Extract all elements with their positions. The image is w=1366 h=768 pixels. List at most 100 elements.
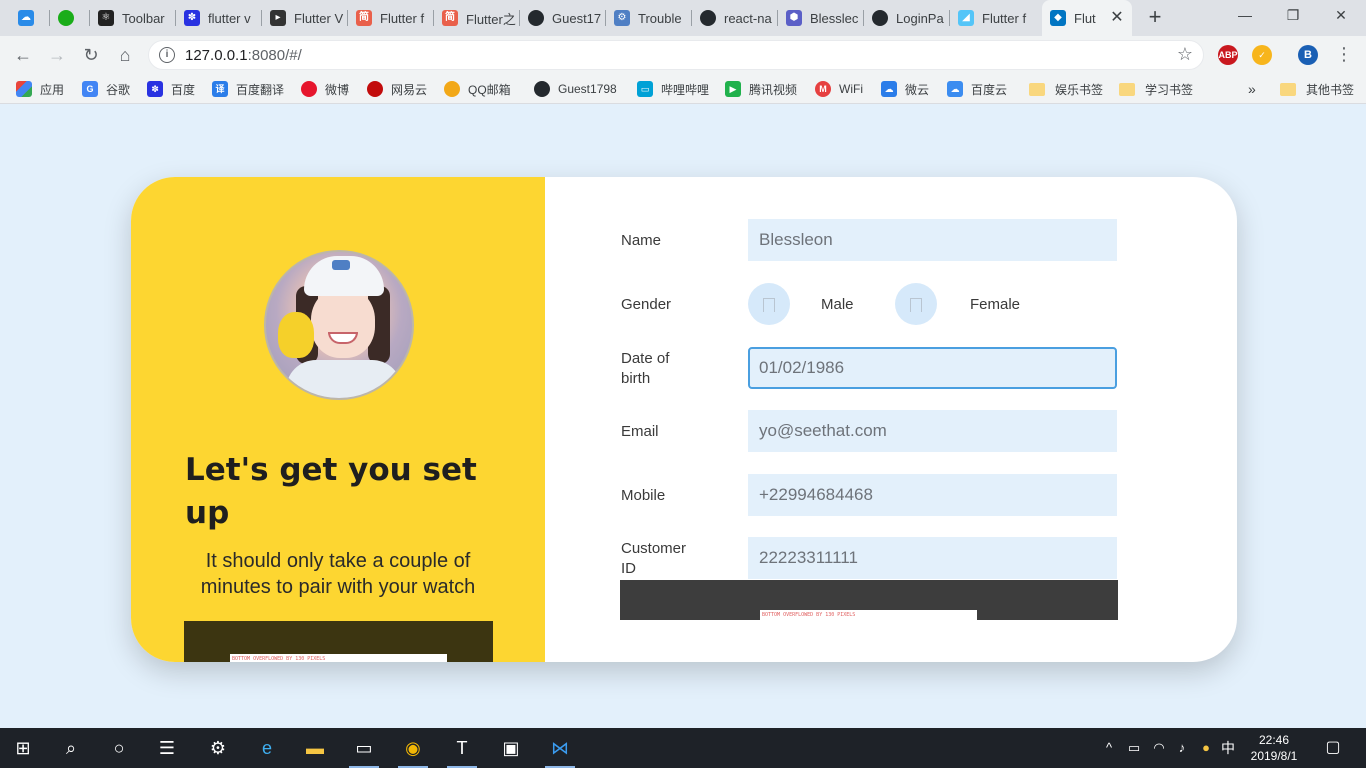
home-icon[interactable]: ⌂ [111, 41, 139, 69]
tab-guest17[interactable]: Guest17 [520, 0, 606, 36]
dob-field[interactable]: 01/02/1986 [748, 347, 1117, 389]
play-box-icon: ▸ [270, 10, 286, 26]
tab-flutter-f[interactable]: 简 Flutter f [348, 0, 434, 36]
typora-icon[interactable]: T [439, 732, 485, 768]
file-explorer-icon[interactable]: ▬ [292, 732, 338, 764]
tab-flutter-flutter[interactable]: ◢ Flutter f [950, 0, 1040, 36]
chrome-icon[interactable]: ◉ [390, 732, 436, 768]
tab-toolbar[interactable]: ⚛ Toolbar [90, 0, 176, 36]
folder-icon [1280, 82, 1296, 96]
bookmark-github[interactable]: Guest1798 [534, 80, 617, 98]
tab-active-flutter[interactable]: ◆ Flut ✕ [1042, 0, 1132, 36]
github-icon [872, 10, 888, 26]
bookmarks-bar: 应用 G 谷歌 ✽ 百度 译 百度翻译 微博 网易云 QQ邮箱 Guest179… [0, 74, 1366, 104]
folder-icon [1029, 82, 1045, 96]
edge-icon[interactable]: e [244, 732, 290, 764]
search-icon[interactable]: ⌕ [48, 732, 94, 764]
tab-flutter-zhi[interactable]: 简 Flutter之 [434, 0, 520, 36]
baidu-paw-icon: ✽ [147, 81, 163, 97]
terminal-icon[interactable]: ▭ [341, 732, 387, 768]
tab-flutter-video[interactable]: ▸ Flutter V [262, 0, 348, 36]
adblock-icon[interactable]: ABP [1218, 45, 1238, 65]
notification-center-icon[interactable]: ▢ [1324, 738, 1342, 758]
ime-status-icon[interactable]: ● [1197, 738, 1215, 758]
system-clock[interactable]: 22:46 2019/8/1 [1244, 732, 1304, 764]
tab-loginpa[interactable]: LoginPa [864, 0, 950, 36]
wechat-icon [58, 10, 74, 26]
close-window-button[interactable]: ✕ [1318, 0, 1364, 32]
customer-id-label: Customer ID [621, 540, 687, 577]
bookmark-google[interactable]: G 谷歌 [82, 80, 130, 98]
minimize-button[interactable]: — [1222, 0, 1268, 32]
site-info-icon[interactable]: i [159, 47, 175, 63]
bookmark-wifi[interactable]: M WiFi [815, 80, 863, 98]
clock-date: 2019/8/1 [1250, 749, 1298, 763]
bookmark-bilibili[interactable]: ▭ 哔哩哔哩 [637, 80, 709, 98]
bookmark-netease[interactable]: 网易云 [367, 80, 427, 98]
bookmark-folder-study[interactable]: 学习书签 [1119, 80, 1193, 98]
tab-trouble[interactable]: ⚙ Trouble [606, 0, 692, 36]
tray-expand-icon[interactable]: ^ [1100, 738, 1118, 758]
bookmark-folder-entertainment[interactable]: 娱乐书签 [1029, 80, 1103, 98]
bookmark-tencent-video[interactable]: ▶ 腾讯视频 [725, 80, 797, 98]
bookmarks-more-button[interactable]: » [1248, 80, 1256, 98]
name-label: Name [621, 232, 662, 249]
jianshu-icon: 简 [356, 10, 372, 26]
new-tab-button[interactable]: + [1143, 6, 1167, 30]
react-gear-icon: ⚙ [614, 10, 630, 26]
radio-unchecked-icon [910, 298, 922, 312]
gender-female-radio[interactable] [895, 283, 937, 325]
bookmark-baidu-translate[interactable]: 译 百度翻译 [212, 80, 284, 98]
close-tab-icon[interactable]: ✕ [1108, 9, 1126, 27]
bookmark-weiyun[interactable]: ☁ 微云 [881, 80, 929, 98]
dart-icon: ◆ [1050, 10, 1066, 26]
address-bar[interactable]: i 127.0.0.1:8080/#/ ☆ [148, 40, 1204, 70]
customer-id-field[interactable]: 22223311111 [748, 537, 1117, 579]
mobile-field[interactable]: +22994684468 [748, 474, 1117, 516]
ime-chinese-indicator[interactable]: 中 [1219, 738, 1237, 758]
intro-panel: Let's get you set up It should only take… [131, 177, 545, 662]
github-icon [534, 81, 550, 97]
profile-photo [264, 250, 414, 400]
profile-avatar-icon[interactable]: B [1298, 45, 1318, 65]
url-text[interactable]: 127.0.0.1:8080/#/ [185, 47, 302, 64]
photos-icon[interactable]: ▣ [488, 732, 534, 764]
battery-icon[interactable]: ▭ [1125, 738, 1143, 758]
volume-icon[interactable]: ♪ [1173, 738, 1191, 758]
overflow-stripe-right: BOTTOM OVERFLOWED BY 130 PIXELS [760, 610, 977, 620]
menu-kebab-icon[interactable]: ⋮ [1335, 44, 1353, 66]
restore-button[interactable]: ❐ [1270, 0, 1316, 32]
tab-wechat[interactable] [50, 0, 90, 36]
bookmark-weibo[interactable]: 微博 [301, 80, 349, 98]
tab-blessleon[interactable]: ⬢ Blesslec [778, 0, 864, 36]
bookmark-baidu-cloud[interactable]: ☁ 百度云 [947, 80, 1007, 98]
back-arrow-icon[interactable]: ← [9, 41, 37, 69]
bookmark-folder-other[interactable]: 其他书签 [1280, 80, 1354, 98]
forward-arrow-icon[interactable]: → [43, 41, 71, 69]
bookmark-star-icon[interactable]: ☆ [1177, 44, 1193, 65]
settings-gear-icon[interactable]: ⚙ [195, 732, 241, 764]
email-label: Email [621, 423, 659, 440]
windows-start-icon[interactable]: ⊞ [0, 732, 46, 764]
tab-cloud[interactable]: ☁ [10, 0, 50, 36]
cortana-icon[interactable]: ○ [96, 732, 142, 764]
dob-label: Date of birth [621, 350, 670, 387]
qqmail-icon [444, 81, 460, 97]
vscode-icon[interactable]: ⋈ [537, 732, 583, 768]
tab-react-na[interactable]: react-na [692, 0, 778, 36]
bookmark-qqmail[interactable]: QQ邮箱 [444, 80, 511, 98]
name-field[interactable]: Blessleon [748, 219, 1117, 261]
tab-flutter-v[interactable]: ✽ flutter v [176, 0, 262, 36]
sync-check-icon[interactable]: ✓ [1252, 45, 1272, 65]
baidu-paw-icon: ✽ [184, 10, 200, 26]
reload-icon[interactable]: ↻ [77, 41, 105, 69]
gender-male-radio[interactable] [748, 283, 790, 325]
github-icon [700, 10, 716, 26]
wifi-m-icon: M [815, 81, 831, 97]
email-field[interactable]: yo@seethat.com [748, 410, 1117, 452]
bookmark-baidu[interactable]: ✽ 百度 [147, 80, 195, 98]
weiyun-icon: ☁ [881, 81, 897, 97]
bookmark-apps[interactable]: 应用 [16, 80, 64, 98]
wifi-icon[interactable]: ◠ [1150, 738, 1168, 758]
task-view-icon[interactable]: ☰ [144, 732, 190, 764]
